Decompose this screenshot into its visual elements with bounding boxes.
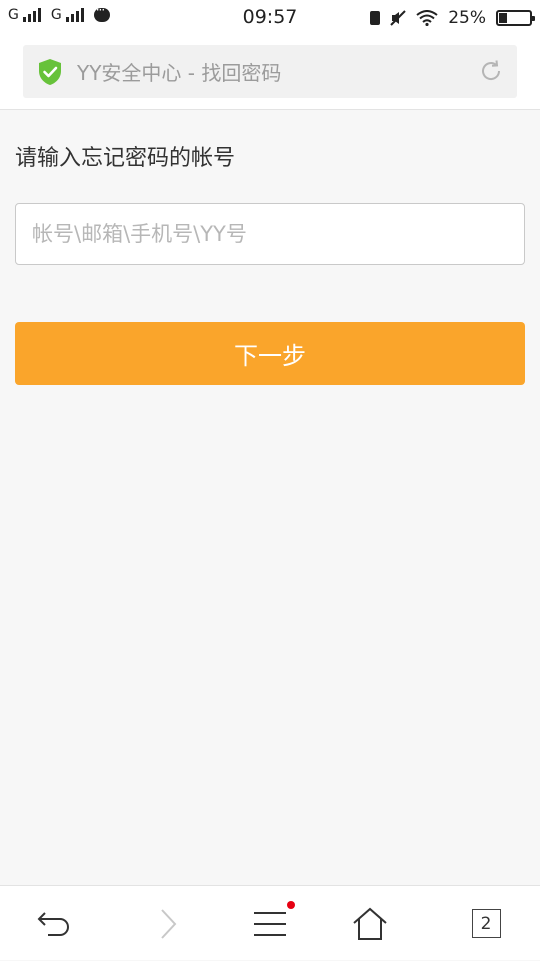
refresh-icon[interactable]: [479, 59, 503, 83]
form-label: 请输入忘记密码的帐号: [15, 146, 236, 171]
tab-count: 2: [480, 913, 492, 934]
back-button[interactable]: [0, 886, 108, 961]
browser-header: YY安全中心 - 找回密码: [0, 36, 540, 110]
home-button[interactable]: [316, 886, 424, 961]
status-bar: G G 09:57 25%: [0, 0, 540, 36]
tabs-button[interactable]: 2: [432, 886, 540, 961]
tabs-icon: 2: [471, 909, 501, 938]
account-input[interactable]: [15, 203, 525, 265]
forward-button[interactable]: [114, 886, 222, 961]
notification-dot: [287, 901, 295, 909]
battery-saver-icon: [370, 11, 381, 25]
menu-button[interactable]: [216, 886, 324, 961]
battery-icon: [496, 10, 535, 26]
wifi-icon: [416, 10, 438, 26]
address-bar[interactable]: YY安全中心 - 找回密码: [23, 45, 517, 98]
shield-check-icon: [39, 58, 61, 85]
forward-icon: [161, 908, 177, 939]
menu-icon: [254, 911, 286, 936]
status-right: 25%: [370, 8, 535, 28]
back-icon: [37, 911, 69, 936]
next-button[interactable]: 下一步: [15, 322, 525, 385]
page-title: YY安全中心 - 找回密码: [77, 61, 282, 85]
home-icon: [353, 907, 387, 940]
bottom-toolbar: 2: [0, 885, 540, 960]
battery-percent: 25%: [448, 8, 486, 28]
mute-icon: [390, 10, 406, 26]
